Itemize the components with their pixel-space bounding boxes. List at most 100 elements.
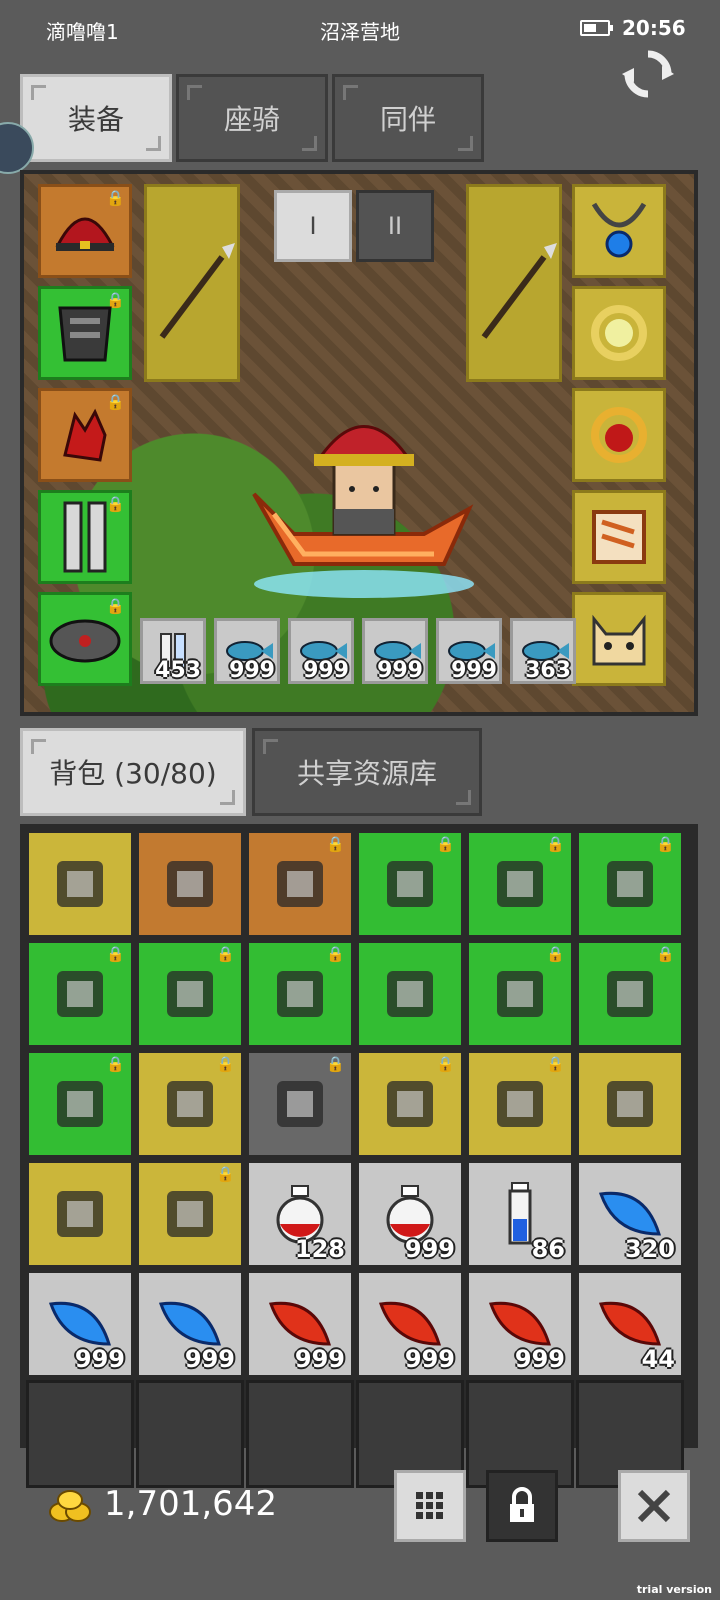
bag-slot-red-potion[interactable]: 999 <box>356 1160 464 1268</box>
quantity: 453 <box>155 658 201 683</box>
equip-slot-scroll[interactable] <box>572 490 666 584</box>
character-scene: 🔒 🔒 🔒 🔒 🔒 I II 453 999 999 999 999 363 <box>24 174 694 712</box>
goblin-chest-icon <box>277 1081 323 1127</box>
tab-equipment[interactable]: 装备 <box>20 74 172 162</box>
quick-slot[interactable]: 999 <box>288 618 354 684</box>
bag-slot-long-sword[interactable] <box>576 1050 684 1158</box>
weapon-set-2-button[interactable]: II <box>356 190 434 262</box>
quick-slot[interactable]: 999 <box>214 618 280 684</box>
grid-icon <box>416 1492 443 1519</box>
quantity: 999 <box>229 658 275 683</box>
lock-icon: 🔒 <box>436 835 455 853</box>
blue-belt-icon <box>497 971 543 1017</box>
spear-icon <box>481 243 557 339</box>
bag-slot-blue-feather[interactable]: 999 <box>136 1270 244 1378</box>
quantity: 999 <box>303 658 349 683</box>
bag-slot-dark-armor[interactable]: 🔒 <box>136 1050 244 1158</box>
equip-slot-leggings[interactable]: 🔒 <box>38 490 132 584</box>
quick-slot[interactable]: 363 <box>510 618 576 684</box>
quantity: 999 <box>377 658 423 683</box>
bag-slot-crystal-sword[interactable]: 🔒 <box>26 940 134 1048</box>
tab-label: 装备 <box>67 103 124 136</box>
backpack-grid: 🔒 🔒 🔒 🔒 🔒 🔒 🔒 🔒 🔒 🔒 🔒 🔒 🔒 🔒 🔒 128 999 86 320 999 999 999 999 99… <box>20 824 698 1488</box>
sort-grid-button[interactable] <box>394 1470 466 1542</box>
equip-slot-boots[interactable]: 🔒 <box>38 592 132 686</box>
red-hat-icon <box>55 217 115 251</box>
scroll-icon <box>592 510 646 564</box>
battle-axe-icon <box>167 861 213 907</box>
bag-slot-empty[interactable] <box>26 1380 134 1488</box>
bag-slot-red-feather[interactable]: 44 <box>576 1270 684 1378</box>
steel-gauntlet-icon <box>277 971 323 1017</box>
quantity: 999 <box>184 1345 235 1373</box>
quick-slot[interactable]: 453 <box>140 618 206 684</box>
quantity: 999 <box>514 1345 565 1373</box>
close-button[interactable] <box>618 1470 690 1542</box>
bag-slot-horned-helmet[interactable] <box>26 830 134 938</box>
main-weapon-slot[interactable] <box>144 184 240 382</box>
gold-amount: 1,701,642 <box>104 1484 278 1524</box>
bag-slot-red-feather[interactable]: 999 <box>356 1270 464 1378</box>
lock-icon: 🔒 <box>546 1055 565 1073</box>
tab-mount[interactable]: 座骑 <box>176 74 328 162</box>
equip-slot-helmet[interactable]: 🔒 <box>38 184 132 278</box>
bag-slot-purple-boots[interactable]: 🔒 <box>576 940 684 1048</box>
equip-slot-pet[interactable] <box>572 592 666 686</box>
quantity: 86 <box>531 1235 565 1263</box>
steel-leggings-icon <box>63 501 107 573</box>
bag-slot-blue-feather[interactable]: 999 <box>26 1270 134 1378</box>
bag-slot-blue-vial[interactable]: 86 <box>466 1160 574 1268</box>
quantity: 128 <box>294 1235 345 1263</box>
tab-label: 座骑 <box>223 103 280 136</box>
quick-slot[interactable]: 999 <box>362 618 428 684</box>
bag-slot-red-cloak[interactable] <box>356 940 464 1048</box>
equip-slot-necklace[interactable] <box>572 184 666 278</box>
bag-slot-empty[interactable] <box>136 1380 244 1488</box>
equip-slot-gloves[interactable]: 🔒 <box>38 388 132 482</box>
tab-label: 同伴 <box>379 103 436 136</box>
bag-slot-red-feather[interactable]: 999 <box>466 1270 574 1378</box>
lock-icon: 🔒 <box>436 1055 455 1073</box>
bag-slot-goblin-chest[interactable]: 🔒 <box>246 1050 354 1158</box>
bag-slot-purple-gloves[interactable]: 🔒 <box>26 1050 134 1158</box>
equip-slot-ring-2[interactable] <box>572 388 666 482</box>
status-bar: 滴噜噜1 沼泽营地 20:56 <box>0 0 720 62</box>
equip-slot-ring-1[interactable] <box>572 286 666 380</box>
dark-armor-icon <box>58 306 112 362</box>
tab-backpack[interactable]: 背包 (30/80) <box>20 728 246 816</box>
lock-button[interactable] <box>486 1470 558 1542</box>
bag-slot-red-feather[interactable]: 999 <box>246 1270 354 1378</box>
bag-slot-leather-glove[interactable]: 🔒 <box>356 830 464 938</box>
bag-slot-pickaxe[interactable]: 🔒 <box>136 1160 244 1268</box>
bag-slot-red-potion[interactable]: 128 <box>246 1160 354 1268</box>
close-icon <box>637 1489 671 1523</box>
quick-slot[interactable]: 999 <box>436 618 502 684</box>
refresh-icon[interactable] <box>622 48 674 100</box>
bag-slot-blue-shield[interactable]: 🔒 <box>466 830 574 938</box>
tab-companion[interactable]: 同伴 <box>332 74 484 162</box>
tab-shared-storage[interactable]: 共享资源库 <box>252 728 482 816</box>
clock: 20:56 <box>622 16 686 40</box>
tab-label: 背包 (30/80) <box>49 757 217 790</box>
bag-slot-bone-bow[interactable]: 🔒 <box>466 1050 574 1158</box>
offhand-weapon-slot[interactable] <box>466 184 562 382</box>
bag-slot-blue-feather[interactable]: 320 <box>576 1160 684 1268</box>
bag-slot-red-tome[interactable]: 🔒 <box>356 1050 464 1158</box>
lock-icon: 🔒 <box>546 835 565 853</box>
broad-sword-icon <box>57 1191 103 1237</box>
quantity: 999 <box>404 1345 455 1373</box>
bag-slot-battle-axe[interactable] <box>136 830 244 938</box>
lock-icon <box>510 1487 534 1522</box>
bag-slot-blue-belt[interactable]: 🔒 <box>466 940 574 1048</box>
cat-pet-icon <box>592 614 646 666</box>
bag-slot-empty[interactable] <box>246 1380 354 1488</box>
equip-slot-armor[interactable]: 🔒 <box>38 286 132 380</box>
ruby-ring-icon <box>591 407 647 463</box>
bag-slot-broad-sword[interactable] <box>26 1160 134 1268</box>
bag-slot-black-helm[interactable]: 🔒 <box>136 940 244 1048</box>
bag-slot-steel-gauntlet[interactable]: 🔒 <box>246 940 354 1048</box>
bag-slot-unicorn-card[interactable]: 🔒 <box>246 830 354 938</box>
bag-slot-blue-shield[interactable]: 🔒 <box>576 830 684 938</box>
unicorn-card-icon <box>277 861 323 907</box>
weapon-set-1-button[interactable]: I <box>274 190 352 262</box>
